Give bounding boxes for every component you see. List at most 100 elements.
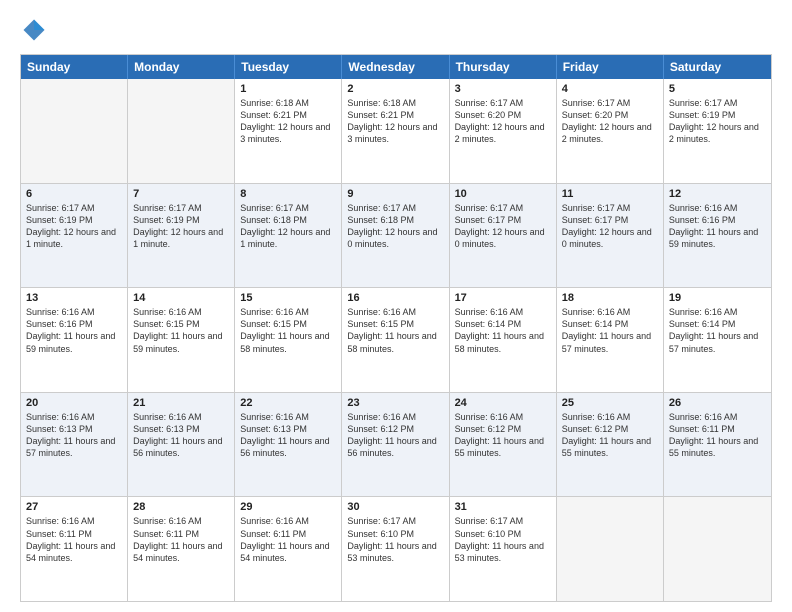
day-number: 18 [562,292,658,304]
calendar-cell: 3 Sunrise: 6:17 AM Sunset: 6:20 PM Daylig… [450,79,557,183]
calendar-cell [128,79,235,183]
calendar-cell: 29 Sunrise: 6:16 AM Sunset: 6:11 PM Dayli… [235,497,342,601]
calendar-cell: 4 Sunrise: 6:17 AM Sunset: 6:20 PM Daylig… [557,79,664,183]
day-info: Sunrise: 6:16 AM Sunset: 6:14 PM Dayligh… [562,306,658,355]
day-number: 6 [26,188,122,200]
day-number: 14 [133,292,229,304]
day-info: Sunrise: 6:17 AM Sunset: 6:20 PM Dayligh… [455,97,551,146]
calendar-cell [664,497,771,601]
day-info: Sunrise: 6:16 AM Sunset: 6:11 PM Dayligh… [669,411,766,460]
day-info: Sunrise: 6:16 AM Sunset: 6:14 PM Dayligh… [669,306,766,355]
day-info: Sunrise: 6:16 AM Sunset: 6:11 PM Dayligh… [26,515,122,564]
calendar-cell: 25 Sunrise: 6:16 AM Sunset: 6:12 PM Dayli… [557,393,664,497]
day-number: 26 [669,397,766,409]
calendar-cell: 7 Sunrise: 6:17 AM Sunset: 6:19 PM Daylig… [128,184,235,288]
day-info: Sunrise: 6:17 AM Sunset: 6:19 PM Dayligh… [26,202,122,251]
day-info: Sunrise: 6:17 AM Sunset: 6:18 PM Dayligh… [240,202,336,251]
calendar-day-header: Monday [128,55,235,79]
calendar-cell: 10 Sunrise: 6:17 AM Sunset: 6:17 PM Dayli… [450,184,557,288]
day-number: 2 [347,83,443,95]
day-number: 12 [669,188,766,200]
day-info: Sunrise: 6:16 AM Sunset: 6:15 PM Dayligh… [347,306,443,355]
calendar-cell: 27Sunrise: 6:16 AM Sunset: 6:11 PM Dayli… [21,497,128,601]
calendar-row: 13Sunrise: 6:16 AM Sunset: 6:16 PM Dayli… [21,288,771,393]
day-number: 23 [347,397,443,409]
day-number: 30 [347,501,443,513]
day-info: Sunrise: 6:16 AM Sunset: 6:12 PM Dayligh… [347,411,443,460]
day-number: 19 [669,292,766,304]
day-info: Sunrise: 6:17 AM Sunset: 6:17 PM Dayligh… [562,202,658,251]
day-number: 1 [240,83,336,95]
calendar-body: 1 Sunrise: 6:18 AM Sunset: 6:21 PM Daylig… [21,79,771,601]
calendar-day-header: Tuesday [235,55,342,79]
day-info: Sunrise: 6:16 AM Sunset: 6:16 PM Dayligh… [26,306,122,355]
calendar-cell: 16 Sunrise: 6:16 AM Sunset: 6:15 PM Dayli… [342,288,449,392]
calendar-cell: 8 Sunrise: 6:17 AM Sunset: 6:18 PM Daylig… [235,184,342,288]
day-number: 17 [455,292,551,304]
day-info: Sunrise: 6:17 AM Sunset: 6:19 PM Dayligh… [133,202,229,251]
day-number: 5 [669,83,766,95]
page: SundayMondayTuesdayWednesdayThursdayFrid… [0,0,792,612]
day-info: Sunrise: 6:16 AM Sunset: 6:15 PM Dayligh… [240,306,336,355]
day-number: 9 [347,188,443,200]
calendar-row: 20 Sunrise: 6:16 AM Sunset: 6:13 PM Dayli… [21,393,771,498]
calendar-cell: 1 Sunrise: 6:18 AM Sunset: 6:21 PM Daylig… [235,79,342,183]
calendar-cell: 13Sunrise: 6:16 AM Sunset: 6:16 PM Dayli… [21,288,128,392]
day-info: Sunrise: 6:17 AM Sunset: 6:20 PM Dayligh… [562,97,658,146]
header [20,16,772,44]
day-number: 21 [133,397,229,409]
day-number: 10 [455,188,551,200]
calendar-day-header: Sunday [21,55,128,79]
day-number: 7 [133,188,229,200]
calendar: SundayMondayTuesdayWednesdayThursdayFrid… [20,54,772,602]
calendar-cell: 28 Sunrise: 6:16 AM Sunset: 6:11 PM Dayli… [128,497,235,601]
day-info: Sunrise: 6:16 AM Sunset: 6:15 PM Dayligh… [133,306,229,355]
day-info: Sunrise: 6:17 AM Sunset: 6:10 PM Dayligh… [455,515,551,564]
day-info: Sunrise: 6:16 AM Sunset: 6:12 PM Dayligh… [455,411,551,460]
day-info: Sunrise: 6:17 AM Sunset: 6:19 PM Dayligh… [669,97,766,146]
calendar-cell: 9Sunrise: 6:17 AM Sunset: 6:18 PM Daylig… [342,184,449,288]
calendar-cell: 20 Sunrise: 6:16 AM Sunset: 6:13 PM Dayli… [21,393,128,497]
day-number: 22 [240,397,336,409]
calendar-cell: 31 Sunrise: 6:17 AM Sunset: 6:10 PM Dayli… [450,497,557,601]
day-number: 3 [455,83,551,95]
day-info: Sunrise: 6:16 AM Sunset: 6:11 PM Dayligh… [133,515,229,564]
calendar-cell: 15 Sunrise: 6:16 AM Sunset: 6:15 PM Dayli… [235,288,342,392]
calendar-cell: 6 Sunrise: 6:17 AM Sunset: 6:19 PM Daylig… [21,184,128,288]
calendar-cell: 18 Sunrise: 6:16 AM Sunset: 6:14 PM Dayli… [557,288,664,392]
day-info: Sunrise: 6:16 AM Sunset: 6:16 PM Dayligh… [669,202,766,251]
day-info: Sunrise: 6:16 AM Sunset: 6:12 PM Dayligh… [562,411,658,460]
calendar-cell [21,79,128,183]
calendar-row: 6 Sunrise: 6:17 AM Sunset: 6:19 PM Daylig… [21,184,771,289]
day-number: 25 [562,397,658,409]
day-info: Sunrise: 6:16 AM Sunset: 6:13 PM Dayligh… [133,411,229,460]
calendar-day-header: Saturday [664,55,771,79]
day-info: Sunrise: 6:16 AM Sunset: 6:14 PM Dayligh… [455,306,551,355]
day-number: 31 [455,501,551,513]
calendar-day-header: Friday [557,55,664,79]
logo-icon [20,16,48,44]
day-number: 11 [562,188,658,200]
calendar-day-header: Wednesday [342,55,449,79]
day-number: 4 [562,83,658,95]
calendar-cell: 14 Sunrise: 6:16 AM Sunset: 6:15 PM Dayli… [128,288,235,392]
day-number: 28 [133,501,229,513]
day-number: 8 [240,188,336,200]
logo [20,16,52,44]
calendar-cell: 22Sunrise: 6:16 AM Sunset: 6:13 PM Dayli… [235,393,342,497]
calendar-cell: 30 Sunrise: 6:17 AM Sunset: 6:10 PM Dayli… [342,497,449,601]
day-info: Sunrise: 6:16 AM Sunset: 6:11 PM Dayligh… [240,515,336,564]
calendar-cell: 23 Sunrise: 6:16 AM Sunset: 6:12 PM Dayli… [342,393,449,497]
day-number: 20 [26,397,122,409]
calendar-cell: 17 Sunrise: 6:16 AM Sunset: 6:14 PM Dayli… [450,288,557,392]
day-info: Sunrise: 6:16 AM Sunset: 6:13 PM Dayligh… [26,411,122,460]
calendar-cell: 2Sunrise: 6:18 AM Sunset: 6:21 PM Daylig… [342,79,449,183]
calendar-cell [557,497,664,601]
day-info: Sunrise: 6:18 AM Sunset: 6:21 PM Dayligh… [240,97,336,146]
day-number: 16 [347,292,443,304]
day-number: 29 [240,501,336,513]
day-info: Sunrise: 6:17 AM Sunset: 6:17 PM Dayligh… [455,202,551,251]
day-number: 15 [240,292,336,304]
day-info: Sunrise: 6:17 AM Sunset: 6:10 PM Dayligh… [347,515,443,564]
calendar-row: 27Sunrise: 6:16 AM Sunset: 6:11 PM Dayli… [21,497,771,601]
